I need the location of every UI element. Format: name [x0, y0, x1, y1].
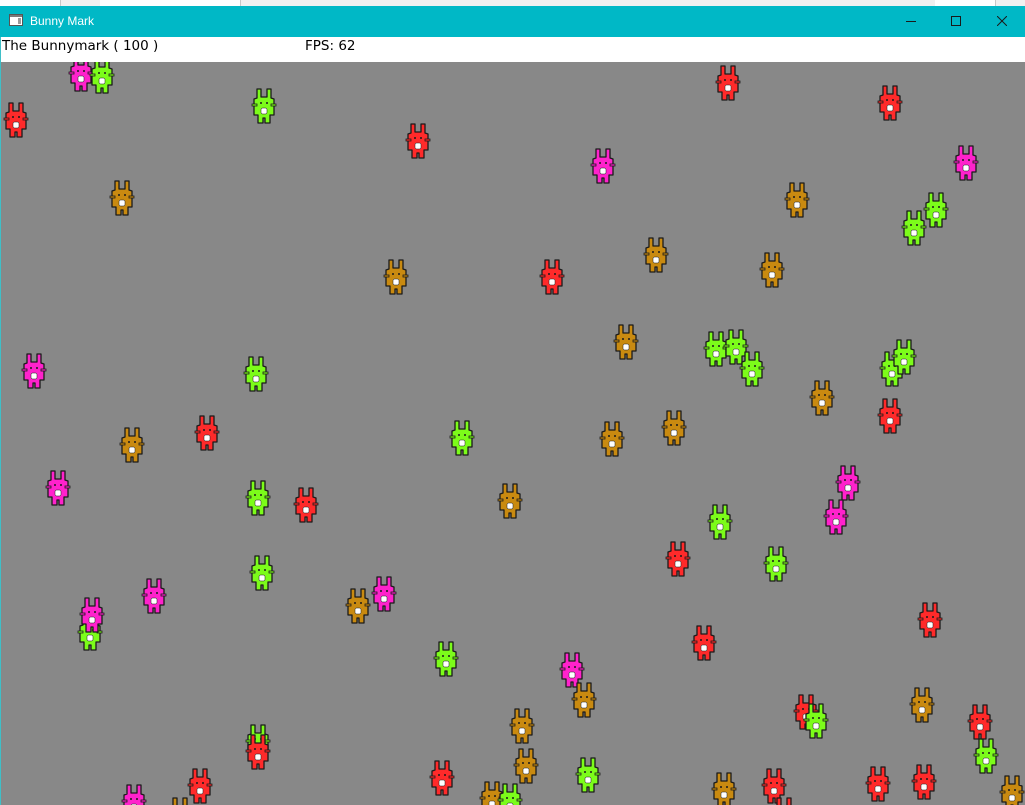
bunny-sprite: [571, 681, 597, 719]
hud-bar: The Bunnymark ( 100 ) FPS: 62: [0, 37, 1025, 62]
bunny-sprite: [141, 577, 167, 615]
bunny-sprite: [513, 747, 539, 785]
bunny-sprite: [249, 554, 275, 592]
bunny-sprite: [835, 464, 861, 502]
bunny-sprite: [803, 702, 829, 740]
bunny-sprite: [613, 323, 639, 361]
minimize-icon: [906, 21, 916, 22]
bunny-sprite: [590, 147, 616, 185]
bunny-sprite: [784, 181, 810, 219]
title-bar[interactable]: Bunny Mark: [0, 6, 1025, 37]
bunny-sprite: [539, 258, 565, 296]
bunny-sprite: [809, 379, 835, 417]
bunny-sprite: [383, 258, 409, 296]
bunny-sprite: [345, 587, 371, 625]
bunny-sprite: [707, 503, 733, 541]
fps-counter: FPS: 62: [305, 38, 356, 54]
bunny-sprite: [119, 426, 145, 464]
bunny-sprite: [763, 545, 789, 583]
bunny-sprite: [497, 782, 523, 805]
bunny-sprite: [245, 479, 271, 517]
bunny-sprite: [911, 763, 937, 801]
bunny-sprite: [575, 756, 601, 794]
bunny-sprite: [371, 575, 397, 613]
bunny-sprite: [715, 64, 741, 102]
bunny-sprite: [433, 640, 459, 678]
bunny-sprite: [665, 540, 691, 578]
bunny-sprite: [121, 783, 147, 805]
bunny-sprite: [999, 774, 1025, 805]
bunny-sprite: [187, 767, 213, 805]
bunny-sprite: [909, 686, 935, 724]
bunny-sprite: [509, 707, 535, 745]
bunny-sprite: [967, 703, 993, 741]
window-title: Bunny Mark: [30, 14, 95, 28]
bunny-sprite: [923, 191, 949, 229]
bunny-sprite: [45, 469, 71, 507]
bunny-sprite: [973, 737, 999, 775]
bunny-sprite: [251, 87, 277, 125]
bunny-sprite: [243, 355, 269, 393]
bunny-sprite: [405, 122, 431, 160]
bunny-sprite: [21, 352, 47, 390]
bunny-sprite: [771, 796, 797, 805]
bunny-sprite: [823, 498, 849, 536]
close-icon: [997, 16, 1007, 26]
bunny-sprite: [599, 420, 625, 458]
bunny-sprite: [877, 397, 903, 435]
bunny-sprite: [917, 601, 943, 639]
bunny-sprite: [194, 414, 220, 452]
bunny-sprite: [865, 765, 891, 803]
bunny-sprite: [449, 419, 475, 457]
app-window-icon: [9, 14, 23, 26]
bunny-sprite: [429, 759, 455, 797]
bunny-sprite: [79, 596, 105, 634]
bunny-sprite: [891, 338, 917, 376]
bunny-sprite: [953, 144, 979, 182]
bunny-sprite: [3, 101, 29, 139]
bunny-sprite: [739, 350, 765, 388]
game-canvas[interactable]: [1, 62, 1025, 805]
close-button[interactable]: [979, 6, 1025, 36]
bunny-sprite: [759, 251, 785, 289]
bunny-sprite: [109, 179, 135, 217]
bunny-sprite: [711, 771, 737, 805]
bunny-sprite: [691, 624, 717, 662]
bunnymark-title: The Bunnymark ( 100 ): [2, 38, 159, 54]
maximize-icon: [951, 16, 961, 26]
bunny-sprite: [661, 409, 687, 447]
bunny-sprite: [877, 84, 903, 122]
maximize-button[interactable]: [933, 6, 979, 36]
bunny-sprite: [643, 236, 669, 274]
bunny-sprite: [89, 62, 115, 95]
bunny-sprite: [245, 733, 271, 771]
bunny-sprite: [497, 482, 523, 520]
minimize-button[interactable]: [888, 6, 934, 36]
bunny-sprite: [293, 486, 319, 524]
